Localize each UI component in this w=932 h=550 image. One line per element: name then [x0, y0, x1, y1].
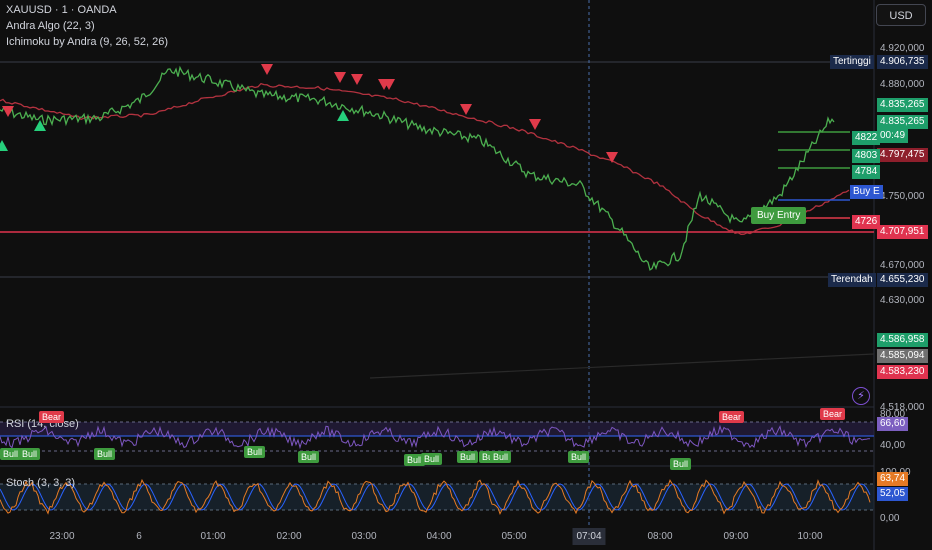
time-label: 10:00	[797, 531, 823, 542]
rsi-bull-marker: Bull	[19, 448, 41, 460]
buy-entry-label: Buy Entry	[751, 207, 807, 224]
rsi-bull-marker: Bull	[490, 451, 512, 463]
time-label: 6	[136, 531, 142, 542]
price-tag-6: 4.585,094	[877, 349, 928, 363]
rsi-bull-marker: Bull	[244, 446, 266, 458]
time-cursor-label: 07:04	[572, 528, 606, 545]
time-label: 08:00	[647, 531, 673, 542]
rsi-bull-marker: Bull	[568, 451, 590, 463]
rsi-bear-marker: Bear	[39, 411, 65, 423]
sell-signal-icon	[334, 72, 346, 83]
buy-entry-flag: Buy E	[850, 185, 883, 199]
buy-signal-icon	[337, 110, 349, 121]
high-value: 4.906,735	[877, 55, 928, 69]
price-tick: 4.920,000	[880, 43, 925, 54]
rsi-bull-marker: Bull	[457, 451, 479, 463]
time-label: 05:00	[501, 531, 527, 542]
rsi-bear-marker: Bear	[719, 411, 745, 423]
currency-button[interactable]: USD	[876, 4, 926, 26]
stoch-d-tag: 52,05	[877, 487, 909, 501]
high-label: Tertinggi	[830, 55, 874, 69]
low-value: 4.655,230	[877, 273, 928, 287]
time-label: 03:00	[351, 531, 377, 542]
time-label: 23:00	[49, 531, 75, 542]
rsi-bear-marker: Bear	[820, 408, 846, 420]
bar-timer: 00:49	[877, 129, 909, 143]
indicator-ichimoku[interactable]: Ichimoku by Andra (9, 26, 52, 26)	[6, 36, 168, 48]
rsi-tick: 40,00	[880, 440, 906, 451]
price-tick: 4.670,000	[880, 260, 925, 271]
buy-signal-icon	[0, 140, 8, 151]
rsi-bull-marker: Bull	[670, 458, 692, 470]
sell-signal-icon	[529, 119, 541, 130]
time-label: 09:00	[723, 531, 749, 542]
price-tick: 4.630,000	[880, 295, 925, 306]
ichimoku-line	[0, 82, 850, 235]
level-flag-1: 4822	[852, 131, 881, 145]
stoch-pane-title[interactable]: Stoch (3, 3, 3)	[6, 477, 75, 489]
sell-signal-icon	[261, 64, 273, 75]
price-tag-4: 4.707,951	[877, 225, 928, 239]
rsi-value-tag: 66,60	[877, 417, 909, 431]
lightning-icon[interactable]: ⚡	[852, 387, 870, 405]
level-flag-2: 4803	[852, 149, 881, 163]
symbol-title[interactable]: XAUUSD · 1 · OANDA	[6, 4, 117, 16]
rsi-bull-marker: Bull	[298, 451, 320, 463]
indicator-andra-algo[interactable]: Andra Algo (22, 3)	[6, 20, 95, 32]
price-tag-1: 4.835,265	[877, 98, 928, 112]
low-label: Terendah	[828, 273, 876, 287]
time-label: 02:00	[276, 531, 302, 542]
time-label: 01:00	[200, 531, 226, 542]
price-tag-2: 4.835,265	[877, 115, 928, 129]
level-flag-3: 4784	[852, 165, 881, 179]
sell-signal-icon	[606, 152, 618, 163]
level-flag-4: 4726	[852, 215, 881, 229]
stoch-k-tag: 63,74	[877, 472, 909, 486]
price-tick: 4.880,000	[880, 79, 925, 90]
time-label: 04:00	[426, 531, 452, 542]
buy-signal-icon	[34, 120, 46, 131]
price-tag-5: 4.586,958	[877, 333, 928, 347]
price-tag-3: 4.797,475	[877, 148, 928, 162]
chart-canvas[interactable]	[0, 0, 932, 550]
rsi-bull-marker: Bull	[0, 448, 22, 460]
stoch-tick: 0,00	[880, 513, 900, 524]
rsi-bull-marker: Bull	[94, 448, 116, 460]
price-tag-7: 4.583,230	[877, 365, 928, 379]
price-line	[0, 65, 835, 271]
rsi-bull-marker: Bull	[421, 453, 443, 465]
sell-signal-icon	[351, 74, 363, 85]
price-tick: 4.750,000	[880, 191, 925, 202]
sell-signal-icon	[460, 104, 472, 115]
